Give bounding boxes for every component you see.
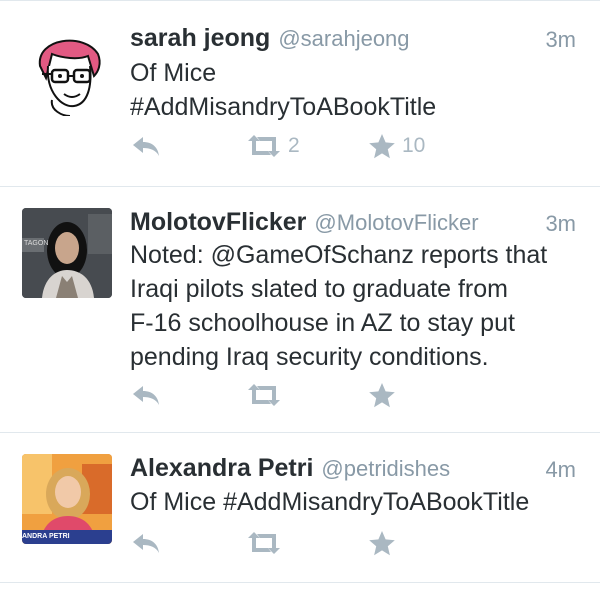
- favorite-button[interactable]: [368, 382, 396, 408]
- avatar-sarah-jeong[interactable]: [22, 26, 112, 116]
- retweet-button[interactable]: [246, 530, 282, 556]
- tweet-text-line: F-16 schoolhouse in AZ to stay put: [130, 309, 515, 337]
- avatar-molotovflicker[interactable]: TAGON: [22, 208, 112, 298]
- display-name[interactable]: Alexandra Petri @petridishes: [130, 454, 450, 483]
- tweet-text-line: Of Mice: [130, 59, 217, 87]
- tweet-3[interactable]: ANDRA PETRI Alexandra Petri @petridishes …: [0, 432, 600, 582]
- handle[interactable]: @sarahjeong: [278, 26, 409, 51]
- timeline: sarah jeong @sarahjeong 3m Of Mice #AddMi…: [0, 0, 600, 600]
- tweet-text: Noted: @GameOfSchanz reports that Iraqi …: [130, 238, 580, 374]
- star-icon: [369, 134, 395, 159]
- tweet-text: Of Mice #AddMisandryToABookTitle: [130, 56, 580, 124]
- reply-button[interactable]: [130, 530, 162, 556]
- tweet-actions: 2 10: [130, 133, 550, 163]
- tweet-text: Of Mice #AddMisandryToABookTitle: [130, 485, 580, 519]
- reply-icon: [133, 386, 159, 405]
- timestamp: 4m: [545, 457, 576, 482]
- divider: [0, 582, 600, 583]
- retweet-button[interactable]: 2: [246, 133, 300, 159]
- retweet-button[interactable]: [246, 382, 282, 408]
- tweet-actions: [130, 530, 550, 560]
- display-name-text[interactable]: sarah jeong: [130, 24, 270, 52]
- star-icon: [369, 383, 395, 408]
- tweet-text-line: Iraqi pilots slated to graduate from: [130, 275, 508, 303]
- handle[interactable]: @MolotovFlicker: [314, 210, 478, 235]
- timestamp: 3m: [545, 211, 576, 236]
- display-name-text[interactable]: MolotovFlicker: [130, 208, 306, 236]
- star-icon: [369, 531, 395, 556]
- retweet-icon: [248, 384, 280, 406]
- favorite-button[interactable]: 10: [368, 133, 425, 159]
- tweet-1[interactable]: sarah jeong @sarahjeong 3m Of Mice #AddMi…: [0, 0, 600, 186]
- reply-button[interactable]: [130, 382, 162, 408]
- person-photo-icon: [22, 454, 112, 544]
- retweet-count: 2: [288, 134, 300, 157]
- avatar-caption: ANDRA PETRI: [22, 533, 70, 540]
- retweet-icon: [248, 532, 280, 554]
- person-photo-icon: [22, 208, 112, 298]
- reply-icon: [133, 534, 159, 553]
- avatar-alexandra-petri[interactable]: ANDRA PETRI: [22, 454, 112, 544]
- favorite-button[interactable]: [368, 530, 396, 556]
- display-name[interactable]: sarah jeong @sarahjeong: [130, 24, 410, 53]
- favorite-count: 10: [402, 134, 426, 157]
- handle[interactable]: @petridishes: [321, 456, 450, 481]
- retweet-icon: [248, 135, 280, 157]
- reply-icon: [133, 137, 159, 156]
- tweet-text-line: Noted: @GameOfSchanz reports that: [130, 241, 548, 269]
- timestamp: 3m: [545, 27, 576, 52]
- display-name-text[interactable]: Alexandra Petri: [130, 454, 313, 482]
- tweet-2[interactable]: TAGON MolotovFlicker @MolotovFlicker 3m N…: [0, 186, 600, 432]
- avatar-caption: TAGON: [24, 240, 49, 247]
- display-name[interactable]: MolotovFlicker @MolotovFlicker: [130, 208, 479, 237]
- tweet-text-line: pending Iraq security conditions.: [130, 343, 489, 371]
- cartoon-avatar-icon: [38, 39, 101, 116]
- reply-button[interactable]: [130, 133, 162, 159]
- hashtag-link[interactable]: #AddMisandryToABookTitle: [130, 90, 580, 124]
- tweet-actions: [130, 382, 550, 412]
- tweet-text-line: Of Mice #AddMisandryToABookTitle: [130, 488, 530, 516]
